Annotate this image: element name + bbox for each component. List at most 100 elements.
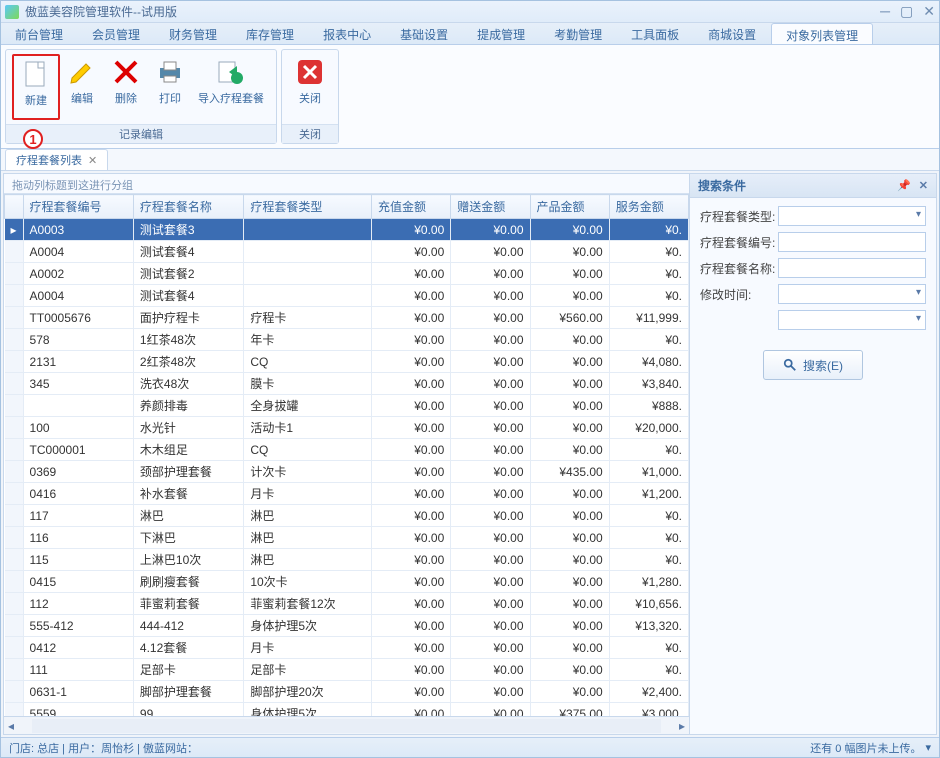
- table-row[interactable]: 112菲蜜莉套餐菲蜜莉套餐12次¥0.00¥0.00¥0.00¥10,656.: [5, 593, 689, 615]
- close-button[interactable]: 关闭: [288, 54, 332, 120]
- table-row[interactable]: 0369颈部护理套餐计次卡¥0.00¥0.00¥435.00¥1,000.: [5, 461, 689, 483]
- cell: ¥0.00: [372, 461, 451, 483]
- row-indicator: ▸: [5, 219, 24, 241]
- table-row[interactable]: 115上淋巴10次淋巴¥0.00¥0.00¥0.00¥0.: [5, 549, 689, 571]
- menu-tab[interactable]: 会员管理: [78, 23, 155, 44]
- cell: [244, 241, 372, 263]
- cell: ¥0.00: [451, 637, 530, 659]
- horizontal-scrollbar[interactable]: ◂ ▸: [4, 716, 689, 734]
- text-input[interactable]: [778, 232, 926, 252]
- column-header[interactable]: 服务金额: [609, 195, 688, 219]
- table-row[interactable]: TC000001木木组足CQ¥0.00¥0.00¥0.00¥0.: [5, 439, 689, 461]
- tab-package-list[interactable]: 疗程套餐列表 ✕: [5, 149, 108, 170]
- scroll-track[interactable]: [32, 719, 661, 733]
- table-row[interactable]: 117淋巴淋巴¥0.00¥0.00¥0.00¥0.: [5, 505, 689, 527]
- combo-input[interactable]: [778, 206, 926, 226]
- table-row[interactable]: 555999身体护理5次¥0.00¥0.00¥375.00¥3,000.: [5, 703, 689, 717]
- cell: ¥0.00: [530, 637, 609, 659]
- text-input[interactable]: [778, 258, 926, 278]
- cell: ¥0.00: [530, 549, 609, 571]
- column-header[interactable]: 疗程套餐名称: [133, 195, 243, 219]
- data-grid[interactable]: 疗程套餐编号疗程套餐名称疗程套餐类型充值金额赠送金额产品金额服务金额▸A0003…: [4, 194, 689, 716]
- cell: A0002: [23, 263, 133, 285]
- row-indicator: [5, 241, 24, 263]
- cell: ¥0.00: [451, 571, 530, 593]
- table-row[interactable]: A0002测试套餐2¥0.00¥0.00¥0.00¥0.: [5, 263, 689, 285]
- menu-tab[interactable]: 库存管理: [232, 23, 309, 44]
- table-row[interactable]: 116下淋巴淋巴¥0.00¥0.00¥0.00¥0.: [5, 527, 689, 549]
- cell: 身体护理5次: [244, 615, 372, 637]
- delete-button[interactable]: 删除: [104, 54, 148, 120]
- column-header[interactable]: 疗程套餐类型: [244, 195, 372, 219]
- cell: ¥0.: [609, 527, 688, 549]
- menu-tab[interactable]: 对象列表管理: [771, 23, 873, 44]
- table-row[interactable]: 555-412444-412身体护理5次¥0.00¥0.00¥0.00¥13,3…: [5, 615, 689, 637]
- minimize-button[interactable]: ─: [880, 3, 890, 20]
- cell: [23, 395, 133, 417]
- table-row[interactable]: 04124.12套餐月卡¥0.00¥0.00¥0.00¥0.: [5, 637, 689, 659]
- menu-tab[interactable]: 提成管理: [463, 23, 540, 44]
- table-row[interactable]: TT0005676面护疗程卡疗程卡¥0.00¥0.00¥560.00¥11,99…: [5, 307, 689, 329]
- cell: 测试套餐2: [133, 263, 243, 285]
- new-button[interactable]: 新建: [12, 54, 60, 120]
- cell: ¥3,000.: [609, 703, 688, 717]
- import-button[interactable]: 导入疗程套餐: [192, 54, 270, 120]
- table-row[interactable]: 345洗衣48次膜卡¥0.00¥0.00¥0.00¥3,840.: [5, 373, 689, 395]
- table-row[interactable]: 100水光针活动卡1¥0.00¥0.00¥0.00¥20,000.: [5, 417, 689, 439]
- menu-tab[interactable]: 考勤管理: [540, 23, 617, 44]
- pin-icon[interactable]: 📌: [897, 179, 911, 192]
- print-button[interactable]: 打印: [148, 54, 192, 120]
- table-row[interactable]: 0416补水套餐月卡¥0.00¥0.00¥0.00¥1,200.: [5, 483, 689, 505]
- close-tab-icon[interactable]: ✕: [88, 154, 97, 167]
- column-header[interactable]: 充值金额: [372, 195, 451, 219]
- column-header[interactable]: 疗程套餐编号: [23, 195, 133, 219]
- menu-tab[interactable]: 财务管理: [155, 23, 232, 44]
- column-header[interactable]: 产品金额: [530, 195, 609, 219]
- menu-tab[interactable]: 前台管理: [1, 23, 78, 44]
- scroll-right-icon[interactable]: ▸: [675, 719, 689, 733]
- cell: ¥0.00: [372, 637, 451, 659]
- column-header[interactable]: 赠送金额: [451, 195, 530, 219]
- row-indicator: [5, 285, 24, 307]
- menu-tab[interactable]: 基础设置: [386, 23, 463, 44]
- table-row[interactable]: A0004测试套餐4¥0.00¥0.00¥0.00¥0.: [5, 285, 689, 307]
- scroll-left-icon[interactable]: ◂: [4, 719, 18, 733]
- table-row[interactable]: 21312红茶48次CQ¥0.00¥0.00¥0.00¥4,080.: [5, 351, 689, 373]
- close-button[interactable]: ✕: [923, 3, 935, 20]
- group-hint[interactable]: 拖动列标题到这进行分组: [4, 174, 689, 194]
- row-indicator: [5, 461, 24, 483]
- cell: ¥0.00: [372, 593, 451, 615]
- cell: ¥0.: [609, 329, 688, 351]
- table-row[interactable]: 养颜排毒全身拔罐¥0.00¥0.00¥0.00¥888.: [5, 395, 689, 417]
- table-row[interactable]: A0004测试套餐4¥0.00¥0.00¥0.00¥0.: [5, 241, 689, 263]
- row-indicator: [5, 593, 24, 615]
- cell: ¥0.00: [451, 703, 530, 717]
- cell: ¥0.00: [530, 593, 609, 615]
- row-indicator: [5, 549, 24, 571]
- menu-tab[interactable]: 报表中心: [309, 23, 386, 44]
- edit-button[interactable]: 编辑: [60, 54, 104, 120]
- table-row[interactable]: ▸A0003测试套餐3¥0.00¥0.00¥0.00¥0.: [5, 219, 689, 241]
- cell: 水光针: [133, 417, 243, 439]
- cell: ¥1,280.: [609, 571, 688, 593]
- field-label: 修改时间:: [700, 286, 778, 303]
- maximize-button[interactable]: ▢: [900, 3, 913, 20]
- combo-input[interactable]: [778, 284, 926, 304]
- search-button[interactable]: 搜索(E): [763, 350, 863, 380]
- cell: 年卡: [244, 329, 372, 351]
- cell: 养颜排毒: [133, 395, 243, 417]
- menu-tab[interactable]: 商城设置: [694, 23, 771, 44]
- status-dropdown-icon[interactable]: ▾: [925, 741, 931, 754]
- ribbon: 新建编辑删除打印导入疗程套餐记录编辑关闭关闭: [1, 45, 939, 149]
- row-indicator: [5, 307, 24, 329]
- table-row[interactable]: 0415刷刷瘦套餐10次卡¥0.00¥0.00¥0.00¥1,280.: [5, 571, 689, 593]
- table-row[interactable]: 0631-1脚部护理套餐脚部护理20次¥0.00¥0.00¥0.00¥2,400…: [5, 681, 689, 703]
- table-row[interactable]: 5781红茶48次年卡¥0.00¥0.00¥0.00¥0.: [5, 329, 689, 351]
- combo-input[interactable]: [778, 310, 926, 330]
- table-row[interactable]: 111足部卡足部卡¥0.00¥0.00¥0.00¥0.: [5, 659, 689, 681]
- menu-tab[interactable]: 工具面板: [617, 23, 694, 44]
- cell: ¥0.00: [372, 329, 451, 351]
- ribbon-group-label: 关闭: [282, 124, 338, 143]
- cell: ¥0.00: [372, 505, 451, 527]
- close-panel-icon[interactable]: ✕: [919, 179, 928, 192]
